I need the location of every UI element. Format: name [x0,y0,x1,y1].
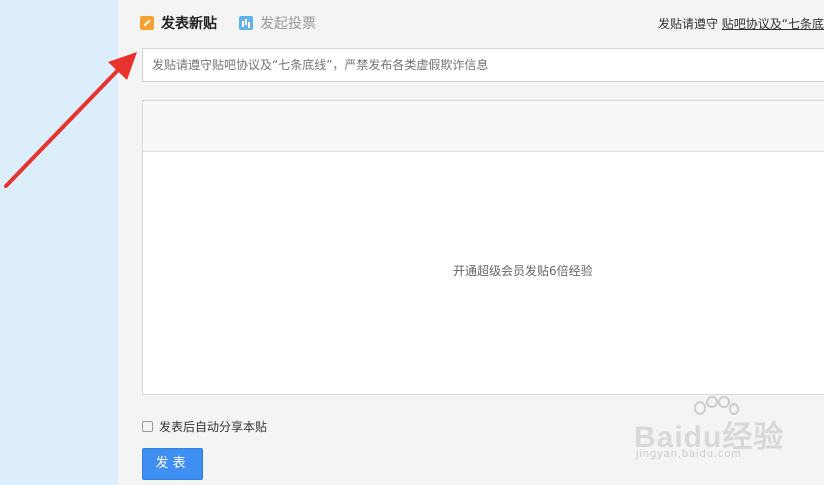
post-title-input[interactable] [142,48,824,82]
auto-share-label: 发表后自动分享本贴 [159,420,268,434]
submit-post-button[interactable]: 发表 [142,448,203,480]
post-content-editor[interactable]: 开通超级会员发贴6倍经验 [142,100,824,395]
left-sidebar-strip [0,0,118,485]
bar-chart-icon [239,16,253,30]
editor-body[interactable]: 开通超级会员发贴6倍经验 [143,152,824,395]
agreement-link[interactable]: 贴吧协议及“七条底 [722,17,824,31]
notice-prefix: 发贴请遵守 [657,17,718,31]
posting-notice: 发贴请遵守 贴吧协议及“七条底 [658,15,824,32]
tab-new-post[interactable]: 发表新贴 [140,13,217,33]
baidu-jingyan-watermark: Baidu经验 jingyan.baidu.com [632,396,822,466]
auto-share-checkbox[interactable] [142,421,153,432]
editor-placeholder: 开通超级会员发贴6倍经验 [453,264,593,278]
auto-share-option[interactable]: 发表后自动分享本贴 [142,418,267,435]
tab-start-vote-label: 发起投票 [260,16,316,32]
tab-start-vote[interactable]: 发起投票 [239,13,316,33]
tab-new-post-label: 发表新贴 [161,16,217,32]
pencil-icon [140,16,154,30]
post-type-tabs: 发表新贴 发起投票 [140,12,338,34]
editor-toolbar [143,101,824,152]
watermark-url: jingyan.baidu.com [636,448,742,460]
